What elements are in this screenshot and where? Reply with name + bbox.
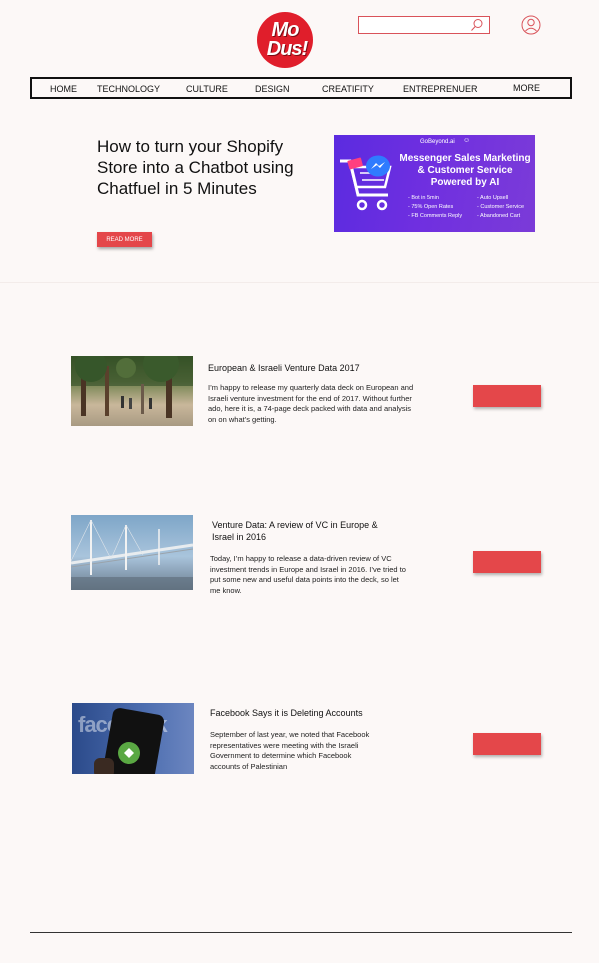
hero-section: How to turn your Shopify Store into a Ch…: [0, 112, 599, 282]
hero-title[interactable]: How to turn your Shopify Store into a Ch…: [97, 136, 297, 199]
nav-design[interactable]: DESIGN: [255, 84, 290, 94]
ad-feature: - Customer Service: [477, 204, 525, 210]
ad-feature: - 75% Open Rates: [408, 204, 454, 210]
nav-creatifity[interactable]: CREATIFITY: [322, 84, 374, 94]
ad-brand: GoBeyond.ai: [420, 139, 455, 145]
article-title[interactable]: Facebook Says it is Deleting Accounts: [210, 707, 410, 719]
nav-more[interactable]: MORE: [513, 83, 540, 93]
ad-feature: - Abandoned Cart: [477, 213, 521, 219]
search-input[interactable]: [358, 16, 490, 34]
bridge-image: [71, 519, 193, 590]
user-icon[interactable]: [521, 15, 541, 35]
read-more-button[interactable]: READ MORE: [97, 232, 152, 247]
bot-icon: ☺: [463, 137, 471, 144]
article-title[interactable]: Venture Data: A review of VC in Europe &…: [212, 519, 402, 543]
article-thumbnail[interactable]: [71, 356, 193, 426]
nav-home[interactable]: HOME: [50, 84, 77, 94]
logo-text-line2: Dus!: [266, 38, 308, 60]
article-excerpt: September of last year, we noted that Fa…: [210, 730, 370, 771]
search-icon[interactable]: [470, 18, 484, 32]
article-read-button[interactable]: [473, 551, 541, 573]
nav-entreprenuer[interactable]: ENTREPRENUER: [403, 84, 478, 94]
ad-banner[interactable]: GoBeyond.ai ☺ Messenger Sales Marketing …: [334, 135, 535, 232]
article-thumbnail[interactable]: [71, 515, 193, 590]
section-divider: [0, 282, 599, 283]
article-excerpt: Today, I’m happy to release a data-drive…: [210, 554, 406, 595]
nav-culture[interactable]: CULTURE: [186, 84, 228, 94]
footer-divider: [30, 932, 572, 933]
article-read-button[interactable]: [473, 733, 541, 755]
nav-technology[interactable]: TECHNOLOGY: [97, 84, 160, 94]
article-excerpt: I’m happy to release my quarterly data d…: [208, 383, 414, 424]
site-logo[interactable]: Mo Dus!: [257, 12, 313, 68]
ad-feature: - FB Comments Reply: [408, 213, 463, 219]
article-title[interactable]: European & Israeli Venture Data 2017: [208, 362, 408, 374]
park-trees-image: [71, 356, 193, 418]
messenger-icon: [366, 155, 390, 177]
ad-feature: - Bot in 5min: [408, 195, 439, 201]
ad-feature: - Auto Upsell: [477, 195, 509, 201]
article-thumbnail[interactable]: facebook: [72, 703, 194, 774]
article-read-button[interactable]: [473, 385, 541, 407]
main-nav: HOME TECHNOLOGY CULTURE DESIGN CREATIFIT…: [30, 77, 572, 99]
ad-headline: Messenger Sales Marketing & Customer Ser…: [399, 153, 531, 188]
phone-image: [94, 708, 165, 774]
